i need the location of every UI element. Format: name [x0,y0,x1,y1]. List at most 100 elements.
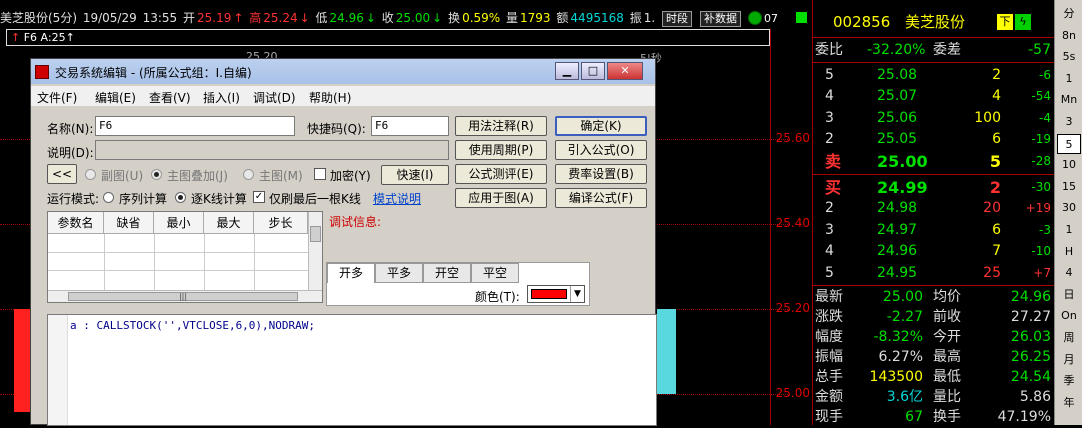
stat-row: 总手 143500 最低 24.54 [813,367,1055,388]
table-vscrollbar[interactable] [308,212,322,290]
period-item[interactable]: Mn [1057,90,1081,110]
period-item[interactable]: 1 [1057,69,1081,89]
table-gridline [254,234,255,292]
dialog-button-left[interactable]: 用法注释(R) [455,116,547,136]
table-header: 最小 [154,212,204,234]
menu-item[interactable]: 帮助(H) [309,89,351,106]
table-hscrollbar[interactable]: ||| [48,290,322,302]
ask-price: 25.05 [877,131,918,148]
stat-label: 幅度 [815,329,843,345]
period-item[interactable]: 1 [1057,220,1081,240]
period-item[interactable]: 8n [1057,26,1081,46]
name-label: 名称(N): [47,122,94,136]
main-chart-label: 主图(M) [259,169,303,183]
period-item[interactable]: 5 [1057,133,1081,154]
shortcut-input[interactable]: F6 [371,116,449,136]
code-line[interactable]: a : CALLSTOCK('',VTCLOSE,6,0),NODRAW; [70,319,315,332]
bid-volume: 2 [989,178,1001,197]
maximize-button[interactable]: □ [581,62,605,80]
clipped-text: 07 [764,12,778,25]
app-icon [35,65,49,79]
period-item[interactable]: 30 [1057,198,1081,218]
tab-open-long[interactable]: 开多 [327,263,375,283]
menu-item[interactable]: 文件(F) [37,89,77,106]
dialog-button-right[interactable]: 引入公式(O) [555,140,647,160]
dialog-button-left[interactable]: 使用周期(P) [455,140,547,160]
radio-sequence-calc[interactable] [103,192,114,203]
separator [813,285,1055,286]
radio-kline-calc[interactable] [175,192,186,203]
last-kline-checkbox[interactable]: ✓ [253,191,265,203]
menu-item[interactable]: 查看(V) [149,89,191,106]
down-arrow-icon: ↓ [299,11,310,25]
stat-value: 5.86 [1019,389,1051,405]
period-item[interactable]: 分 [1057,4,1081,24]
dialog-button-right[interactable]: 费率设置(B) [555,164,647,184]
stat-label: 量比 [933,389,961,405]
period-item[interactable]: On [1057,306,1081,326]
status-indicator-icon [748,11,762,25]
menu-item[interactable]: 插入(I) [203,89,240,106]
period-item[interactable]: 5s [1057,47,1081,67]
scroll-thumb[interactable] [310,226,321,242]
weicha-value: -57 [1028,42,1051,58]
lightning-icon[interactable]: ϟ [1015,14,1031,30]
menu-item[interactable]: 编辑(E) [95,89,136,106]
period-item[interactable]: 4 [1057,263,1081,283]
quick-button[interactable]: 快速(I) [381,165,449,185]
bid-change: -3 [1039,222,1051,237]
bid-change: +19 [1025,201,1051,216]
period-item[interactable]: 周 [1057,328,1081,348]
name-input[interactable]: F6 [95,116,295,136]
color-select[interactable]: ▼ [527,285,585,303]
radio-main-chart[interactable] [243,169,254,180]
dialog-button-right[interactable]: 编译公式(F) [555,188,647,208]
close-button[interactable]: ✕ [607,62,643,80]
period-item[interactable]: 15 [1057,177,1081,197]
description-input[interactable] [95,140,449,160]
last-kline-label: 仅刷最后一根K线 [269,192,361,206]
parameter-table[interactable]: 参数名 缺省 最小 最大 步长 ||| [47,211,323,303]
bid-volume: 25 [983,264,1001,281]
price-label: 25.00 [775,386,810,400]
collapse-button[interactable]: << [47,164,77,184]
code-editor[interactable]: a : CALLSTOCK('',VTCLOSE,6,0),NODRAW; [47,314,657,426]
ask-change: -6 [1039,68,1051,82]
minimize-button[interactable]: ▁ [555,62,579,80]
chevron-down-icon[interactable]: ▼ [570,286,584,302]
menu-item[interactable]: 调试(D) [253,89,296,106]
period-item[interactable]: 日 [1057,285,1081,305]
ask-level: 4 [825,88,834,105]
dialog-button-left[interactable]: 应用于图(A) [455,188,547,208]
period-item[interactable]: 季 [1057,371,1081,391]
period-item[interactable]: 3 [1057,112,1081,132]
stat-value: 6.27% [878,349,923,365]
kline-calc-label: 逐K线计算 [191,192,247,206]
dialog-titlebar[interactable]: 交易系统编辑 - (所属公式组：I.自编) ▁ □ ✕ [31,59,655,84]
down-button[interactable]: 下 [997,14,1013,30]
period-item[interactable]: H [1057,242,1081,262]
period-button[interactable]: 时段 [662,11,692,27]
dialog-button-left[interactable]: 公式测评(E) [455,164,547,184]
options-square-icon[interactable] [796,12,807,23]
mode-help-link[interactable]: 模式说明 [373,190,421,207]
tab-close-short[interactable]: 平空 [471,263,519,283]
period-item[interactable]: 10 [1057,155,1081,175]
supplement-data-button[interactable]: 补数据 [700,11,741,27]
bid-volume: 20 [983,200,1001,217]
tab-open-short[interactable]: 开空 [423,263,471,283]
volume-label: 量 [506,11,519,25]
encrypt-checkbox[interactable] [314,168,326,180]
tab-close-long[interactable]: 平多 [375,263,423,283]
scroll-thumb[interactable]: ||| [68,292,298,301]
ok-button[interactable]: 确定(K) [555,116,647,136]
ask-volume: 2 [992,67,1001,83]
close-label: 收 [381,11,394,25]
webi-value: -32.20% [867,42,926,58]
radio-main-overlay[interactable] [151,169,162,180]
bid-level: 4 [825,243,834,260]
period-item[interactable]: 月 [1057,350,1081,370]
amount-value: 4495168 [570,11,624,25]
radio-sub-chart[interactable] [85,169,96,180]
period-item[interactable]: 年 [1057,393,1081,413]
